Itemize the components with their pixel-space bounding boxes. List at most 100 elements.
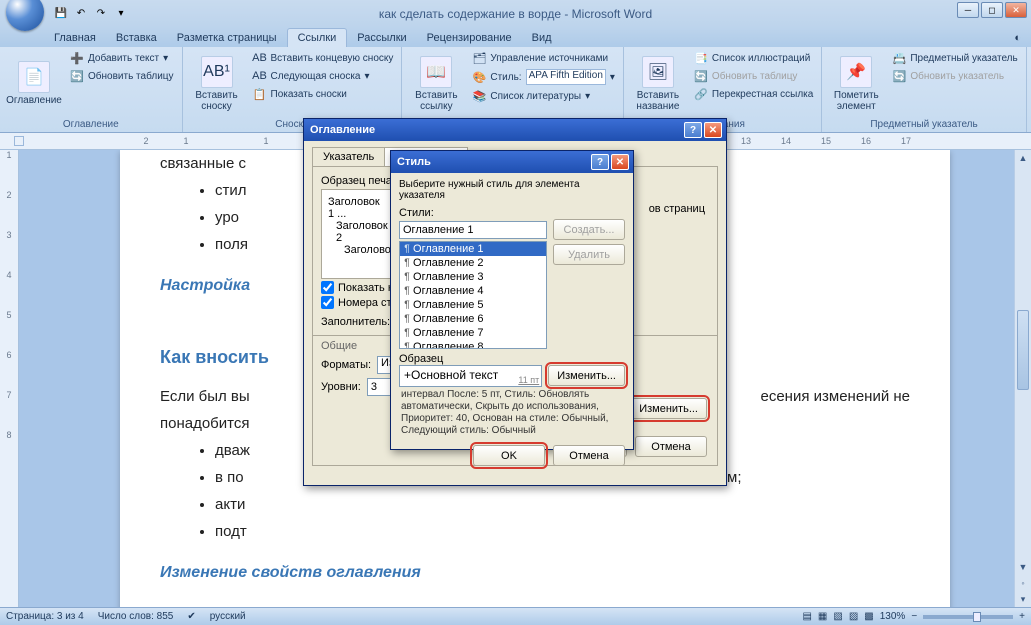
list-item[interactable]: ¶Оглавление 6 <box>400 312 546 326</box>
style-description: интервал После: 5 пт, Стиль: Обновлять а… <box>399 387 625 439</box>
create-style-button: Создать... <box>553 219 625 240</box>
ribbon-help-icon[interactable]: ◐ <box>1004 29 1031 47</box>
office-button[interactable] <box>6 0 44 31</box>
doc-heading: Изменение свойств оглавления <box>160 559 910 588</box>
tab-page-layout[interactable]: Разметка страницы <box>167 29 287 47</box>
view-web-icon[interactable]: ▧ <box>833 611 842 622</box>
list-item[interactable]: ¶Оглавление 4 <box>400 284 546 298</box>
right-align-numbers-checkbox[interactable] <box>321 296 334 309</box>
zoom-slider[interactable] <box>923 615 1013 619</box>
dialog-help-icon[interactable]: ? <box>684 122 702 138</box>
tab-review[interactable]: Рецензирование <box>417 29 522 47</box>
ok-button[interactable]: OK <box>473 445 545 466</box>
next-footnote-button[interactable]: ABСледующая сноска ▾ <box>250 68 397 84</box>
page-status[interactable]: Страница: 3 из 4 <box>6 611 84 622</box>
insert-footnote-button[interactable]: AB¹ Вставить сноску <box>188 50 246 117</box>
mark-entry-label: Пометить элемент <box>827 90 885 112</box>
refresh-icon: 🔄 <box>694 69 708 83</box>
citation-style-row: 🎨Стиль: APA Fifth Edition ▾ <box>469 68 618 86</box>
maximize-button[interactable]: ◻ <box>981 2 1003 18</box>
dialog-close-icon[interactable]: ✕ <box>611 154 629 170</box>
citation-icon: 📖 <box>420 56 452 88</box>
update-figures-label: Обновить таблицу <box>712 71 798 82</box>
group-index-label: Предметный указатель <box>827 117 1020 130</box>
modify-button[interactable]: Изменить... <box>630 398 707 419</box>
update-index-label: Обновить указатель <box>910 71 1004 82</box>
view-fullscreen-icon[interactable]: ▦ <box>818 611 827 622</box>
toc-button[interactable]: 📄 Оглавление <box>5 50 63 117</box>
bibliography-button[interactable]: 📚Список литературы ▾ <box>469 88 618 104</box>
view-draft-icon[interactable]: ▩ <box>864 611 873 622</box>
insert-endnote-button[interactable]: ABВставить концевую сноску <box>250 50 397 66</box>
list-item[interactable]: ¶Оглавление 3 <box>400 270 546 284</box>
crossref-label: Перекрестная ссылка <box>712 89 813 100</box>
undo-icon[interactable]: ↶ <box>72 5 90 23</box>
qat-customize-icon[interactable]: ▾ <box>112 5 130 23</box>
modify-style-button[interactable]: Изменить... <box>548 365 625 386</box>
scroll-down-icon[interactable]: ▼ <box>1015 559 1031 575</box>
word-count[interactable]: Число слов: 855 <box>98 611 174 622</box>
next-page-icon[interactable]: ▾ <box>1015 591 1031 607</box>
group-toc-label: Оглавление <box>5 117 177 130</box>
list-item[interactable]: ¶Оглавление 8 <box>400 340 546 349</box>
view-outline-icon[interactable]: ▨ <box>849 611 858 622</box>
show-notes-icon: 📋 <box>253 87 267 101</box>
current-style-field[interactable] <box>399 221 547 239</box>
index-label: Предметный указатель <box>910 53 1017 64</box>
endnote-icon: AB <box>253 51 267 65</box>
save-icon[interactable]: 💾 <box>52 5 70 23</box>
preview-line: Заголовок 2 <box>336 220 384 244</box>
zoom-in-icon[interactable]: + <box>1019 611 1025 622</box>
tab-mailings[interactable]: Рассылки <box>347 29 416 47</box>
tab-index[interactable]: Указатель <box>312 147 385 167</box>
show-page-numbers-checkbox[interactable] <box>321 281 334 294</box>
cross-reference-button[interactable]: 🔗 Перекрестная ссылка <box>691 86 816 102</box>
tab-references[interactable]: Ссылки <box>287 28 348 47</box>
minimize-button[interactable]: ─ <box>957 2 979 18</box>
update-toc-label: Обновить таблицу <box>88 71 174 82</box>
vertical-ruler[interactable]: 12345678 <box>0 150 19 607</box>
list-item[interactable]: ¶Оглавление 1 <box>400 242 546 256</box>
index-icon: 📇 <box>892 51 906 65</box>
zoom-out-icon[interactable]: − <box>911 611 917 622</box>
zoom-level[interactable]: 130% <box>880 611 906 622</box>
tab-selector[interactable] <box>14 136 24 146</box>
ruler-tick: 13 <box>726 136 766 146</box>
citation-style-combo[interactable]: APA Fifth Edition <box>526 69 606 85</box>
show-footnotes-button[interactable]: 📋Показать сноски <box>250 86 397 102</box>
add-text-button[interactable]: ➕Добавить текст ▾ <box>67 50 177 66</box>
update-toc-button[interactable]: 🔄Обновить таблицу <box>67 68 177 84</box>
redo-icon[interactable]: ↷ <box>92 5 110 23</box>
dialog-close-icon[interactable]: ✕ <box>704 122 722 138</box>
view-print-layout-icon[interactable]: ▤ <box>802 611 811 622</box>
insert-index-button[interactable]: 📇 Предметный указатель <box>889 50 1020 66</box>
close-button[interactable]: ✕ <box>1005 2 1027 18</box>
insert-figures-list-button[interactable]: 📑Список иллюстраций <box>691 50 816 66</box>
manage-sources-button[interactable]: 🗂Управление источниками <box>469 50 618 66</box>
crossref-icon: 🔗 <box>694 87 708 101</box>
update-index-button[interactable]: 🔄Обновить указатель <box>889 68 1020 84</box>
styles-listbox[interactable]: ¶Оглавление 1 ¶Оглавление 2 ¶Оглавление … <box>399 241 547 349</box>
caption-icon: 🖼 <box>642 56 674 88</box>
proofing-icon[interactable]: ✔ <box>187 611 195 622</box>
vertical-scrollbar[interactable]: ▲ ▼ ◦ ▾ <box>1014 150 1031 607</box>
cancel-button[interactable]: Отмена <box>635 436 707 457</box>
tab-home[interactable]: Главная <box>44 29 106 47</box>
tab-insert[interactable]: Вставка <box>106 29 167 47</box>
insert-caption-button[interactable]: 🖼 Вставить название <box>629 50 687 117</box>
list-item[interactable]: ¶Оглавление 2 <box>400 256 546 270</box>
tab-view[interactable]: Вид <box>522 29 562 47</box>
footnote-icon: AB¹ <box>201 56 233 88</box>
scroll-thumb[interactable] <box>1017 310 1029 390</box>
list-item[interactable]: ¶Оглавление 5 <box>400 298 546 312</box>
list-item[interactable]: ¶Оглавление 7 <box>400 326 546 340</box>
language-status[interactable]: русский <box>210 611 246 622</box>
dialog-help-icon[interactable]: ? <box>591 154 609 170</box>
mark-entry-button[interactable]: 📌 Пометить элемент <box>827 50 885 117</box>
insert-citation-button[interactable]: 📖 Вставить ссылку <box>407 50 465 117</box>
prev-page-icon[interactable]: ◦ <box>1015 575 1031 591</box>
scroll-up-icon[interactable]: ▲ <box>1015 150 1031 166</box>
zoom-knob[interactable] <box>973 612 981 622</box>
cancel-button[interactable]: Отмена <box>553 445 625 466</box>
update-figures-button[interactable]: 🔄 Обновить таблицу <box>691 68 816 84</box>
